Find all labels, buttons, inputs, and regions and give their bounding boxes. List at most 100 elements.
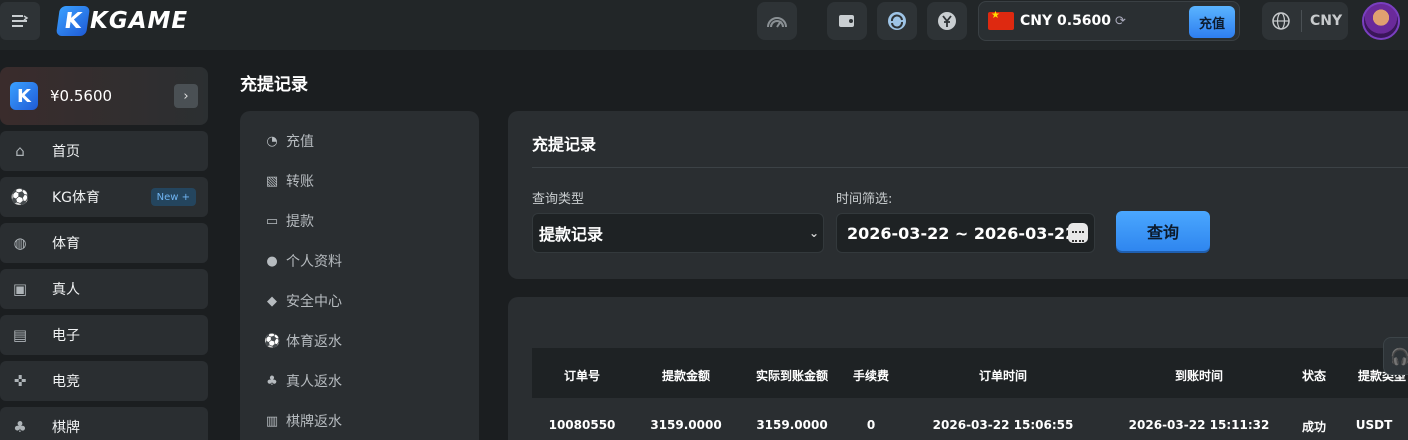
- submenu-label: 提款: [286, 214, 314, 230]
- divider: [532, 167, 1408, 168]
- card-icon: ▥: [265, 413, 279, 429]
- submenu-item-security[interactable]: ◆ 安全中心: [264, 291, 342, 311]
- query-type-select[interactable]: 提款记录 ⌄: [532, 213, 824, 253]
- transfer-button[interactable]: [877, 2, 917, 40]
- submenu-label: 个人资料: [286, 254, 342, 270]
- wallet-amount: ¥0.5600: [50, 87, 113, 105]
- basketball-icon: ◍: [13, 234, 27, 252]
- column-header: 提款金额: [661, 369, 711, 383]
- user-icon: ●: [266, 253, 278, 269]
- table-cell: USDT: [1355, 418, 1393, 432]
- table-cell: 3159.0000: [756, 418, 828, 432]
- submenu-label: 充值: [286, 134, 314, 150]
- sidebar-item-label: 真人: [52, 282, 80, 298]
- new-badge: New +: [150, 188, 196, 206]
- sidebar-item-label: 电子: [52, 328, 80, 344]
- chevron-down-icon: ⌄: [808, 226, 819, 240]
- page-title: 充提记录: [240, 75, 308, 95]
- filter-panel-title: 充提记录: [532, 135, 597, 154]
- column-header: 到账时间: [1174, 369, 1224, 383]
- currency-label: CNY: [1310, 13, 1343, 29]
- chevron-right-icon[interactable]: ›: [174, 84, 198, 108]
- sidebar-item-kg-sports[interactable]: ⚽ KG体育 New +: [0, 177, 208, 217]
- account-submenu: ◔ 充值 ▧ 转账 ▭ 提款 ● 个人资料 ◆ 安全中心 ⚽ 体育返水 ♣ 真人返水 ▥ 棋牌返…: [240, 111, 479, 440]
- piggy-bank-icon: ◔: [266, 133, 278, 149]
- table-cell: 10080550: [548, 418, 616, 432]
- date-range-picker[interactable]: 2026-03-22 ~ 2026-03-22: [836, 213, 1095, 253]
- time-filter-label: 时间筛选:: [836, 192, 893, 207]
- slot-machine-icon: ▤: [12, 326, 28, 344]
- sidebar-item-esports[interactable]: ✜ 电竞: [0, 361, 208, 401]
- home-icon: ⌂: [15, 142, 25, 160]
- menu-icon: [12, 15, 29, 27]
- divider: [1301, 10, 1302, 32]
- submenu-item-sports-rebate[interactable]: ⚽ 体育返水: [264, 331, 342, 351]
- soccer-icon: ⚽: [264, 333, 281, 349]
- sidebar-item-live[interactable]: ▣ 真人: [0, 269, 208, 309]
- query-type-label: 查询类型: [532, 192, 585, 207]
- speedometer-icon: [767, 17, 787, 28]
- submenu-item-live-rebate[interactable]: ♣ 真人返水: [264, 371, 342, 391]
- query-type-value: 提款记录: [539, 225, 604, 244]
- query-button[interactable]: 查询: [1116, 211, 1210, 251]
- gamepad-icon: ✜: [13, 372, 27, 390]
- submenu-label: 转账: [286, 174, 314, 190]
- calendar-icon[interactable]: [1068, 223, 1088, 243]
- top-bar: K KGAME CNY 0.5600 ⟳ 充值: [0, 0, 1408, 50]
- user-avatar[interactable]: [1362, 2, 1400, 40]
- submenu-label: 棋牌返水: [286, 414, 342, 430]
- sidebar-item-chess-cards[interactable]: ♣ 棋牌: [0, 407, 208, 440]
- transfer-icon: ▧: [265, 173, 279, 189]
- column-header: 手续费: [852, 369, 890, 383]
- soccer-ball-icon: ⚽: [10, 188, 30, 206]
- table-cell: 2026-03-22 15:11:32: [1128, 418, 1270, 432]
- wallet-card[interactable]: K ¥0.5600 ›: [0, 67, 208, 125]
- sidebar-item-label: KG体育: [52, 190, 101, 206]
- logo-k-icon: K: [55, 6, 91, 36]
- table-header-row: 订单号 提款金额 实际到账金额 手续费 订单时间 到账时间 状态 提款类型: [532, 348, 1408, 398]
- records-table: 订单号 提款金额 实际到账金额 手续费 订单时间 到账时间 状态 提款类型 10…: [508, 297, 1408, 440]
- deposit-button[interactable]: 充值: [1189, 6, 1235, 38]
- filter-panel: 充提记录 查询类型 时间筛选: 提款记录 ⌄ 2026-03-22 ~ 2026…: [508, 111, 1408, 279]
- table-cell: 成功: [1301, 420, 1327, 434]
- column-header: 订单号: [563, 369, 601, 383]
- shield-icon: ◆: [267, 293, 277, 309]
- submenu-item-deposit[interactable]: ◔ 充值: [264, 131, 314, 151]
- sidebar-item-home[interactable]: ⌂ 首页: [0, 131, 208, 171]
- sidebar-item-sports[interactable]: ◍ 体育: [0, 223, 208, 263]
- sidebar-item-label: 电竞: [52, 374, 80, 390]
- submenu-item-profile[interactable]: ● 个人资料: [264, 251, 342, 271]
- date-range-value: 2026-03-22 ~ 2026-03-22: [847, 223, 1077, 243]
- submenu-item-withdraw[interactable]: ▭ 提款: [264, 211, 314, 231]
- sidebar: K ¥0.5600 › ⌂ 首页 ⚽ KG体育 New + ◍ 体育 ▣ 真人 …: [0, 50, 222, 440]
- submenu-label: 真人返水: [286, 374, 342, 390]
- kg-logo-icon: K: [10, 82, 38, 110]
- submenu-item-card-rebate[interactable]: ▥ 棋牌返水: [264, 411, 342, 431]
- speed-button[interactable]: [757, 2, 797, 40]
- support-button[interactable]: 🎧: [1383, 337, 1408, 375]
- wallet-button[interactable]: [827, 2, 867, 40]
- balance-text: CNY 0.5600: [1020, 13, 1112, 29]
- language-currency-selector[interactable]: CNY: [1262, 2, 1348, 40]
- table-cell: 2026-03-22 15:06:55: [932, 418, 1074, 432]
- logo-text: KGAME: [90, 8, 189, 34]
- menu-toggle-button[interactable]: [0, 2, 40, 40]
- table-cell: 0: [866, 418, 876, 432]
- sidebar-item-label: 棋牌: [52, 420, 80, 436]
- table-cell: 3159.0000: [650, 418, 722, 432]
- cards-icon: ♣: [13, 418, 27, 436]
- sidebar-item-label: 首页: [52, 144, 80, 160]
- withdraw-button[interactable]: [927, 2, 967, 40]
- submenu-item-transfer[interactable]: ▧ 转账: [264, 171, 314, 191]
- sidebar-item-slots[interactable]: ▤ 电子: [0, 315, 208, 355]
- brand-logo[interactable]: K KGAME: [55, 4, 189, 38]
- refresh-icon[interactable]: ⟳: [1115, 14, 1126, 29]
- yuan-coin-icon: [938, 12, 956, 30]
- balance-display: CNY 0.5600 ⟳ 充值: [978, 1, 1240, 41]
- column-header: 状态: [1301, 369, 1327, 383]
- column-header: 订单时间: [978, 369, 1028, 383]
- submenu-label: 体育返水: [286, 334, 342, 350]
- submenu-label: 安全中心: [286, 294, 342, 310]
- globe-icon: [1272, 12, 1290, 30]
- badge-text: New: [156, 191, 179, 203]
